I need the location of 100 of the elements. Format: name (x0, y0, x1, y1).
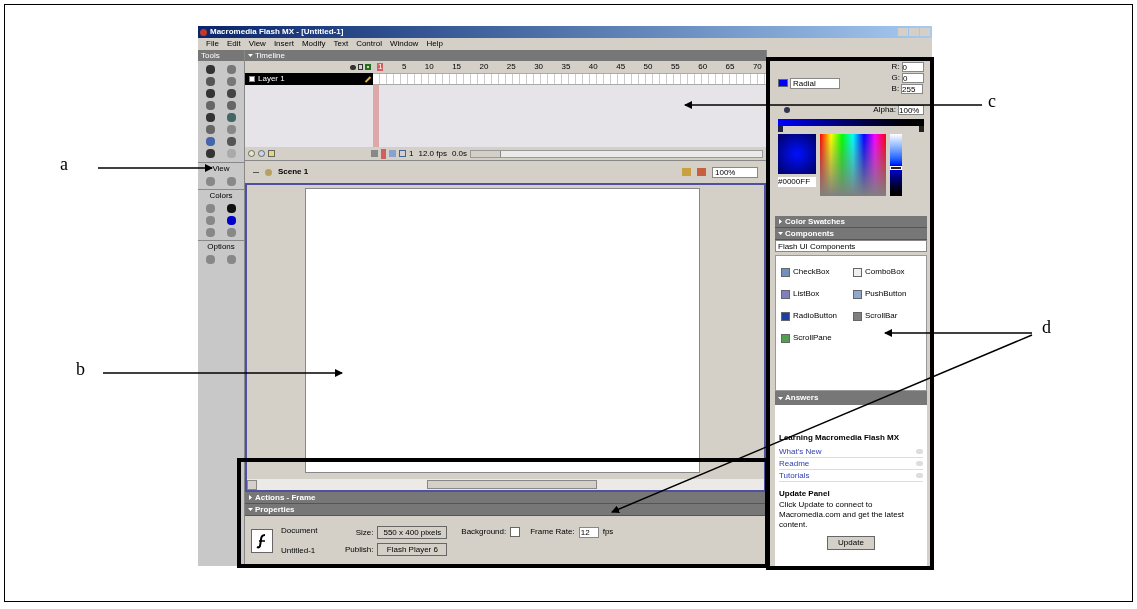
menu-item[interactable]: Text (333, 40, 349, 48)
component-icon (781, 267, 790, 277)
document-label: Document (281, 525, 319, 537)
collapse-arrow-icon[interactable] (248, 495, 253, 500)
panel-title: Timeline (255, 51, 285, 60)
outline-icon[interactable] (365, 64, 371, 70)
collapse-arrow-icon[interactable] (778, 219, 783, 224)
gradient-bar[interactable] (778, 119, 924, 126)
color-preview (778, 134, 816, 174)
layer-row[interactable]: Layer 1 (245, 73, 373, 85)
component-icon (853, 311, 862, 321)
layer-name: Layer 1 (258, 75, 286, 83)
menu-item[interactable]: Window (389, 40, 419, 48)
frame-number: 10 (424, 63, 434, 71)
menu-item[interactable]: File (206, 40, 219, 48)
eye-icon[interactable] (350, 64, 356, 70)
add-layer-icon[interactable] (248, 150, 255, 157)
slider-thumb[interactable] (890, 165, 902, 170)
flash-document-icon (251, 529, 273, 553)
horizontal-scrollbar[interactable] (247, 479, 764, 490)
annotation-label: b (76, 360, 85, 378)
alpha-field[interactable]: 100% (898, 105, 924, 115)
frame-number: 30 (534, 63, 544, 71)
component-item[interactable]: PushButton (853, 288, 921, 300)
channel-label: B: (891, 85, 900, 93)
collapse-arrow-icon[interactable] (778, 395, 783, 401)
stroke-color-swatch[interactable] (227, 204, 237, 213)
annotation-label: c (988, 92, 996, 110)
annotation-label: d (1042, 318, 1051, 336)
pencil-icon (364, 75, 372, 83)
frame-number: 65 (725, 63, 735, 71)
zoom-field[interactable]: 100% (712, 166, 758, 178)
fill-color-swatch[interactable] (227, 216, 237, 225)
menu-item[interactable]: View (248, 40, 266, 48)
brightness-slider[interactable] (890, 134, 902, 196)
component-item[interactable]: ComboBox (853, 266, 921, 278)
update-title: Update Panel (779, 488, 831, 500)
panel-title-bar[interactable]: Answers (775, 391, 927, 405)
horizontal-scrollbar[interactable] (470, 149, 763, 158)
size-label: Size: (354, 526, 374, 539)
section-label: Colors (198, 189, 244, 201)
size-button[interactable]: 550 x 400 pixels (377, 526, 448, 539)
channel-field[interactable]: 0 (902, 73, 924, 83)
component-item[interactable]: ScrollPane (781, 332, 849, 344)
frame-rate-field[interactable]: 12 (578, 526, 599, 538)
frame-number: 45 (616, 63, 626, 71)
frame-number: 40 (588, 63, 598, 71)
collapse-arrow-icon[interactable] (248, 53, 253, 58)
menu-item[interactable]: Help (426, 40, 443, 48)
menu-item[interactable]: Modify (301, 40, 326, 48)
collapse-arrow-icon[interactable] (778, 231, 783, 236)
background-color-swatch[interactable] (510, 527, 521, 537)
menu-item[interactable]: Edit (226, 40, 241, 48)
add-guide-icon[interactable] (258, 150, 265, 157)
panel-title-bar[interactable]: Properties (245, 504, 766, 516)
frame-number: 70 (752, 63, 762, 71)
onion-outline-icon[interactable] (399, 150, 406, 157)
publish-button[interactable]: Flash Player 6 (377, 543, 448, 556)
scene-icon (265, 168, 272, 176)
collapse-arrow-icon[interactable] (248, 507, 253, 512)
fill-color-swatch[interactable] (778, 79, 788, 87)
lock-icon[interactable] (358, 64, 363, 70)
background-label: Background: (461, 526, 507, 538)
answers-link[interactable]: What's New (779, 447, 916, 456)
component-set-dropdown[interactable]: Flash UI Components (775, 240, 927, 252)
panel-title: Tools (198, 50, 244, 61)
fps-label: fps (602, 526, 614, 538)
playhead-marker (381, 148, 386, 159)
menu-item[interactable]: Insert (273, 40, 294, 48)
scene-label[interactable]: Scene 1 (278, 166, 309, 178)
panel-title-bar[interactable]: Components (775, 228, 927, 240)
fill-type-dropdown[interactable]: Radial (790, 77, 840, 89)
panel-title-bar[interactable]: Color Swatches (775, 216, 927, 228)
document-name: Untitled-1 (281, 545, 317, 557)
frame-cells[interactable] (373, 73, 766, 85)
update-button[interactable]: Update (827, 536, 875, 550)
color-spectrum[interactable] (820, 134, 886, 196)
channel-field[interactable]: 255 (901, 84, 924, 94)
component-item[interactable]: CheckBox (781, 266, 849, 278)
component-item[interactable]: ListBox (781, 288, 849, 300)
frame-number: 20 (479, 63, 489, 71)
frame-number: 15 (452, 63, 462, 71)
timeline-status: 1 (409, 149, 414, 158)
frame-number: 35 (561, 63, 571, 71)
channel-field[interactable]: 0 (901, 62, 924, 72)
playhead[interactable]: 1 (377, 63, 384, 71)
alpha-label: Alpha: (873, 104, 896, 116)
hex-field[interactable]: #0000FF (778, 177, 816, 187)
answers-link[interactable]: Readme (779, 459, 916, 468)
frame-number: 50 (643, 63, 653, 71)
component-item[interactable]: RadioButton (781, 310, 849, 322)
answers-link[interactable]: Tutorials (779, 471, 916, 480)
component-item[interactable]: ScrollBar (853, 310, 921, 322)
folder-icon[interactable] (268, 150, 275, 157)
window-title: Macromedia Flash MX - [Untitled-1] (210, 28, 344, 36)
panel-title-bar[interactable]: Actions - Frame (245, 492, 766, 504)
menu-item[interactable]: Control (356, 40, 382, 48)
frame-number: 25 (506, 63, 516, 71)
component-icon (781, 333, 790, 343)
timeline-status: 12.0 fps (418, 149, 447, 158)
